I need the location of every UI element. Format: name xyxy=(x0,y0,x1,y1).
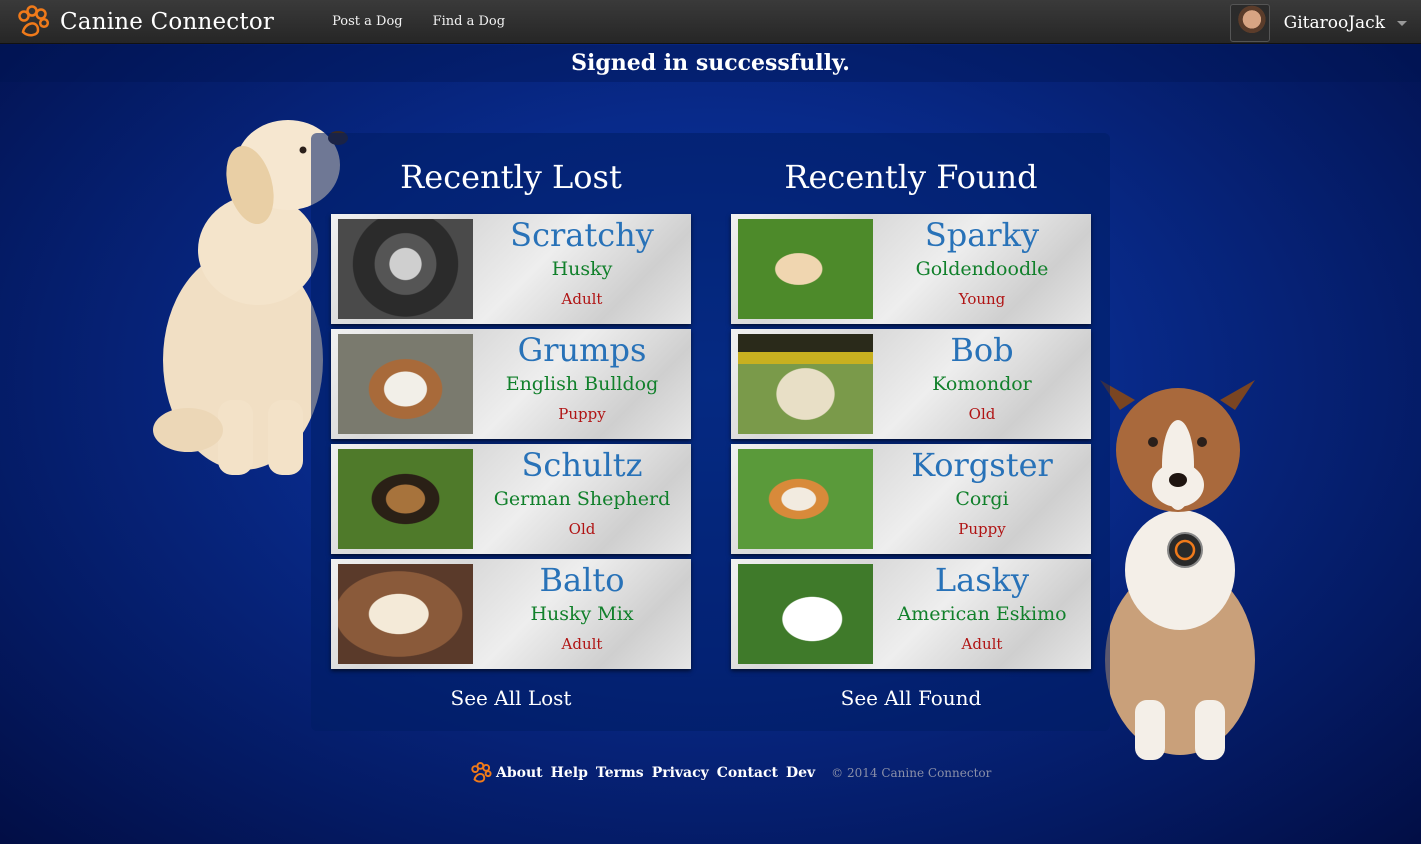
lost-dog-card[interactable]: Balto Husky Mix Adult xyxy=(331,559,691,669)
lost-dog-card[interactable]: Scratchy Husky Adult xyxy=(331,214,691,324)
dog-age: Adult xyxy=(561,635,603,653)
dog-photo xyxy=(738,334,873,434)
see-all-lost-link[interactable]: See All Lost xyxy=(331,686,691,710)
dog-name: Sparky xyxy=(924,216,1040,254)
dog-name: Schultz xyxy=(521,446,643,484)
chevron-down-icon xyxy=(1397,20,1407,26)
found-dog-card[interactable]: Korgster Corgi Puppy xyxy=(731,444,1091,554)
dog-age: Young xyxy=(958,290,1006,308)
dog-photo xyxy=(738,219,873,319)
footer-link-dev[interactable]: Dev xyxy=(786,765,815,781)
footer: About Help Terms Privacy Contact Dev © 2… xyxy=(470,762,991,784)
dog-breed: American Eskimo xyxy=(897,603,1067,625)
dog-breed: Goldendoodle xyxy=(915,258,1049,280)
dog-age: Old xyxy=(968,405,996,423)
dog-photo xyxy=(338,449,473,549)
username: GitarooJack xyxy=(1283,13,1385,33)
dog-name: Scratchy xyxy=(510,216,654,254)
lost-dog-card[interactable]: Schultz German Shepherd Old xyxy=(331,444,691,554)
dog-breed: Corgi xyxy=(955,488,1009,510)
top-navbar: Canine Connector Post a Dog Find a Dog G… xyxy=(0,0,1421,44)
dog-name: Bob xyxy=(950,331,1014,369)
footer-link-terms[interactable]: Terms xyxy=(596,765,644,781)
dog-breed: English Bulldog xyxy=(505,373,659,395)
footer-link-contact[interactable]: Contact xyxy=(717,765,778,781)
dog-age: Old xyxy=(568,520,596,538)
dog-photo xyxy=(738,564,873,664)
paw-icon xyxy=(471,762,492,783)
dog-photo xyxy=(738,449,873,549)
dog-age: Adult xyxy=(961,635,1003,653)
dog-breed: Husky Mix xyxy=(530,603,634,625)
see-all-found-link[interactable]: See All Found xyxy=(731,686,1091,710)
dog-age: Puppy xyxy=(558,405,606,423)
australian-shepherd-illustration xyxy=(1100,380,1255,760)
flash-message: Signed in successfully. xyxy=(0,45,1421,82)
found-dog-card[interactable]: Bob Komondor Old xyxy=(731,329,1091,439)
recently-lost-title: Recently Lost xyxy=(400,158,622,196)
footer-link-privacy[interactable]: Privacy xyxy=(652,765,709,781)
footer-link-about[interactable]: About xyxy=(496,765,543,781)
brand-name: Canine Connector xyxy=(60,8,275,35)
dog-breed: Husky xyxy=(551,258,613,280)
dog-photo xyxy=(338,334,473,434)
brand-link[interactable]: Canine Connector xyxy=(16,4,275,39)
dog-photo xyxy=(338,564,473,664)
copyright: © 2014 Canine Connector xyxy=(831,766,992,780)
dog-name: Lasky xyxy=(934,561,1030,599)
dog-name: Balto xyxy=(539,561,625,599)
avatar xyxy=(1229,4,1270,42)
nav-post-a-dog[interactable]: Post a Dog xyxy=(332,14,403,29)
dog-name: Grumps xyxy=(517,331,647,369)
dog-name: Korgster xyxy=(911,446,1053,484)
paw-logo-icon xyxy=(18,4,50,36)
dog-breed: Komondor xyxy=(932,373,1032,395)
recently-found-title: Recently Found xyxy=(784,158,1038,196)
found-dog-card[interactable]: Sparky Goldendoodle Young xyxy=(731,214,1091,324)
user-menu[interactable]: GitarooJack xyxy=(1229,4,1407,42)
lost-dog-card[interactable]: Grumps English Bulldog Puppy xyxy=(331,329,691,439)
found-dog-card[interactable]: Lasky American Eskimo Adult xyxy=(731,559,1091,669)
footer-link-help[interactable]: Help xyxy=(551,765,588,781)
dog-age: Adult xyxy=(561,290,603,308)
dog-breed: German Shepherd xyxy=(493,488,671,510)
dog-photo xyxy=(338,219,473,319)
dog-age: Puppy xyxy=(958,520,1006,538)
nav-find-a-dog[interactable]: Find a Dog xyxy=(433,14,505,29)
